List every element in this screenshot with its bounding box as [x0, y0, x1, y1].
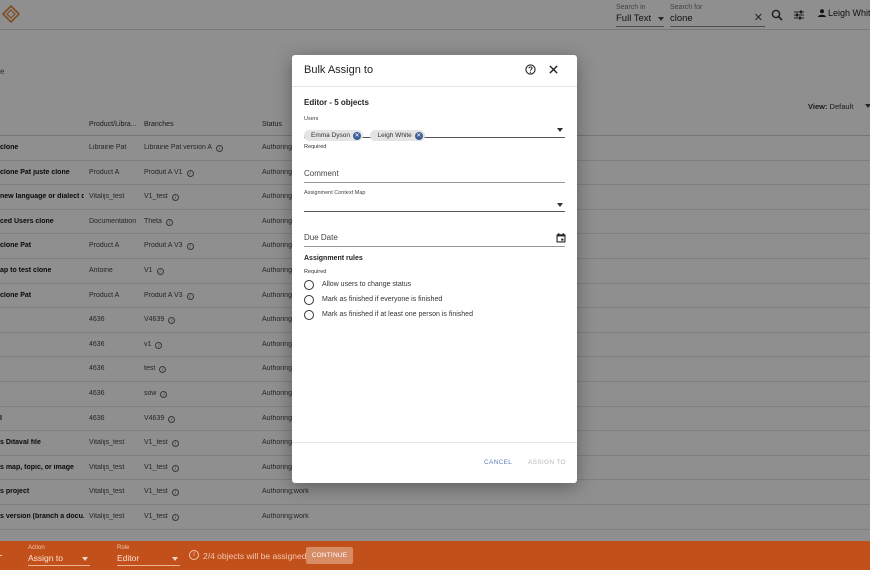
radio-button[interactable]	[304, 310, 314, 320]
chevron-down-icon	[557, 203, 563, 207]
rule-label: Mark as finished if everyone is finished	[322, 296, 443, 303]
radio-button[interactable]	[304, 280, 314, 290]
chevron-down-icon	[172, 557, 178, 561]
users-select[interactable]: Users Emma Dyson ✕ Leigh White ✕	[304, 115, 565, 141]
rule-label: Allow users to change status	[322, 281, 412, 288]
assign-to-button[interactable]: ASSIGN TO	[528, 459, 566, 466]
users-label: Users	[304, 116, 319, 122]
due-date-input[interactable]: Due Date	[304, 233, 565, 247]
role-label: Role	[117, 545, 130, 551]
continue-button[interactable]: CONTINUE	[306, 547, 353, 564]
context-map-label: Assignment Context Map	[304, 190, 366, 196]
assignment-context-map-select[interactable]: Assignment Context Map	[304, 190, 565, 212]
action-value[interactable]: Assign to	[28, 552, 90, 566]
action-value-text: Assign to	[28, 553, 63, 563]
radio-button[interactable]	[304, 295, 314, 305]
dialog-header: Bulk Assign to	[292, 55, 577, 87]
action-select[interactable]: Action Assign to	[28, 544, 90, 566]
bar-divider	[0, 555, 2, 556]
calendar-icon[interactable]	[556, 233, 566, 243]
bulk-assign-dialog: Bulk Assign to Editor - 5 objects Users …	[292, 55, 577, 483]
close-icon[interactable]	[548, 64, 559, 75]
dialog-footer-divider	[292, 442, 577, 443]
cancel-button[interactable]: CANCEL	[484, 459, 512, 466]
dialog-title: Bulk Assign to	[304, 64, 374, 76]
chip-remove-icon[interactable]: ✕	[414, 132, 423, 140]
user-chips: Emma Dyson ✕ Leigh White ✕	[304, 124, 428, 142]
user-chip[interactable]: Leigh White ✕	[370, 130, 425, 141]
users-required-hint: Required	[304, 144, 327, 150]
rules-required-hint: Required	[304, 269, 327, 275]
help-icon[interactable]	[525, 64, 536, 75]
chip-label: Emma Dyson	[311, 132, 351, 139]
rule-label: Mark as finished if at least one person …	[322, 311, 473, 318]
assign-info-text: 2/4 objects will be assigned	[203, 551, 307, 561]
user-chip[interactable]: Emma Dyson ✕	[304, 130, 364, 141]
bulk-action-bar: Action Assign to Role Editor i 2/4 objec…	[0, 541, 870, 570]
role-value[interactable]: Editor	[117, 552, 180, 566]
chevron-down-icon	[82, 557, 88, 561]
comment-input[interactable]: Comment	[304, 169, 565, 183]
section-title: Editor - 5 objects	[304, 98, 369, 107]
role-value-text: Editor	[117, 553, 140, 563]
info-icon: i	[189, 550, 199, 560]
action-label: Action	[28, 545, 45, 551]
role-select[interactable]: Role Editor	[117, 544, 180, 566]
assignment-rules-title: Assignment rules	[304, 255, 363, 262]
chip-label: Leigh White	[377, 132, 412, 139]
chevron-down-icon[interactable]	[557, 128, 563, 132]
chip-remove-icon[interactable]: ✕	[353, 132, 362, 140]
